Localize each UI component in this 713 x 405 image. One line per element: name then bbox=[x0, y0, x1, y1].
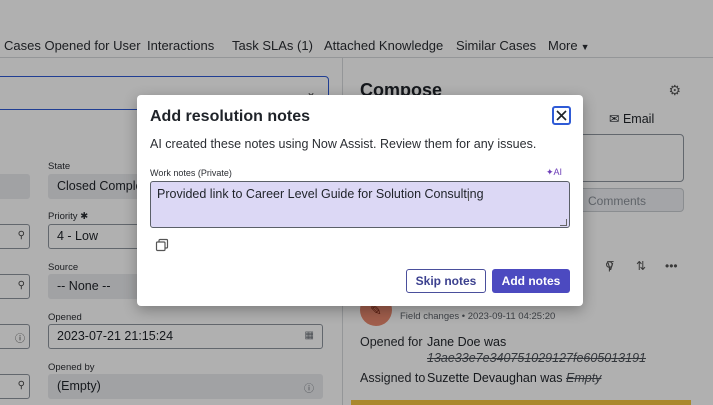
close-icon bbox=[556, 110, 567, 121]
work-notes-label: Work notes (Private) bbox=[150, 168, 232, 178]
work-notes-text: Provided link to Career Level Guide for … bbox=[157, 187, 484, 201]
sparkle-icon: ✦ bbox=[546, 167, 554, 177]
dialog-title: Add resolution notes bbox=[150, 108, 310, 125]
text-cursor-icon: I bbox=[467, 192, 471, 204]
add-notes-button[interactable]: Add notes bbox=[492, 269, 570, 293]
ai-badge: ✦AI bbox=[546, 167, 562, 178]
copy-icon[interactable] bbox=[155, 238, 169, 252]
resolution-notes-dialog: Add resolution notes AI created these no… bbox=[137, 95, 583, 306]
resize-handle[interactable] bbox=[560, 219, 567, 226]
dialog-description: AI created these notes using Now Assist.… bbox=[150, 137, 537, 151]
work-notes-textarea[interactable]: Provided link to Career Level Guide for … bbox=[150, 181, 570, 228]
close-button[interactable] bbox=[552, 106, 571, 125]
skip-notes-button[interactable]: Skip notes bbox=[406, 269, 486, 293]
ai-badge-label: AI bbox=[553, 167, 563, 177]
